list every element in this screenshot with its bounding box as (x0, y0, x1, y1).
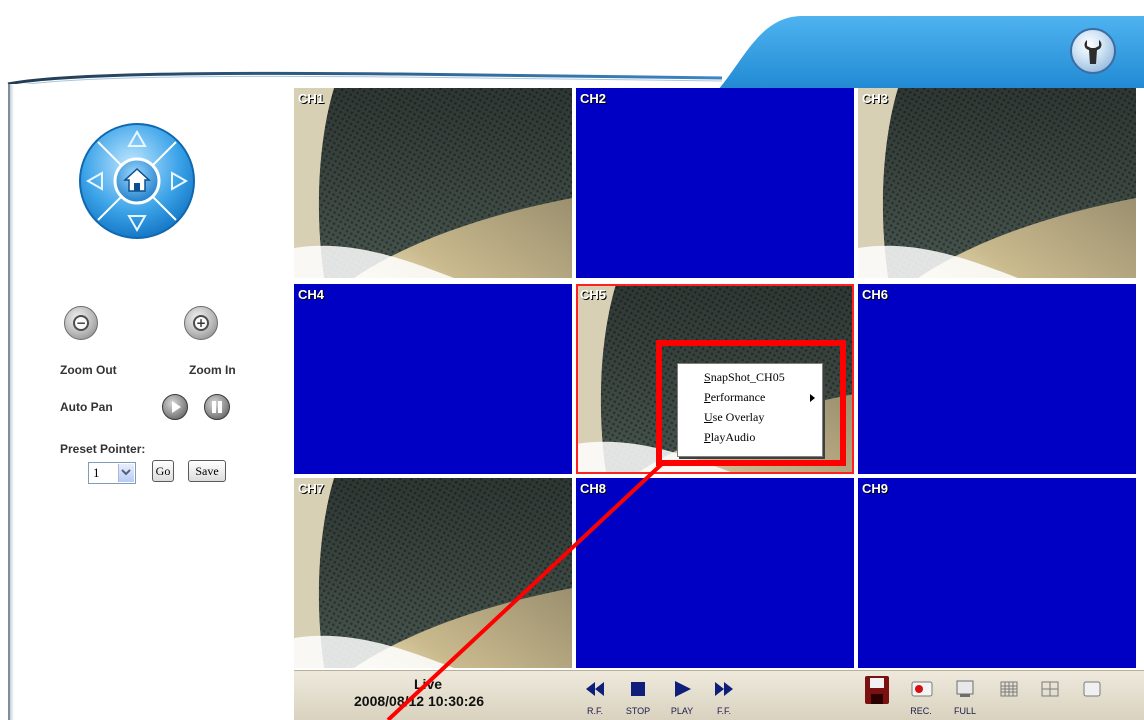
zoom-out-button[interactable]: − (64, 306, 98, 340)
rewind-icon (586, 682, 604, 696)
fullscreen-icon (956, 680, 974, 697)
camera-feed-image (294, 88, 572, 278)
channel-view-ch9[interactable]: CH9 (858, 478, 1136, 668)
mode-status: Live (414, 676, 443, 692)
preset-save-button[interactable]: Save (188, 460, 226, 482)
play-icon (172, 401, 181, 413)
zoom-in-button[interactable]: + (184, 306, 218, 340)
channel-label: CH4 (298, 287, 325, 302)
channel-view-ch4[interactable]: CH4 (294, 284, 572, 474)
menu-item-performance[interactable]: Performance (704, 390, 765, 405)
menu-item-use-overlay[interactable]: Use Overlay (704, 410, 764, 425)
channel-view-ch2[interactable]: CH2 (576, 88, 854, 278)
stop-icon (631, 682, 645, 696)
zoom-in-icon: + (193, 315, 209, 331)
ptz-control-panel: − + Zoom Out Zoom In Auto Pan Preset Poi… (8, 84, 290, 720)
camera-feed-image (294, 478, 572, 668)
single-view-icon (1083, 681, 1101, 697)
channel-label: CH3 (862, 91, 889, 106)
camera-feed-image (858, 88, 1136, 278)
channel-view-ch7[interactable]: CH7 (294, 478, 572, 668)
fast-forward-button[interactable]: F.F. (709, 674, 739, 718)
floppy-disk-icon (865, 676, 889, 704)
auto-pan-pause-button[interactable] (204, 394, 230, 420)
record-button[interactable]: REC. (906, 674, 936, 718)
channel-label: CH1 (298, 91, 325, 106)
channel-label: CH9 (862, 481, 889, 496)
grid-4-icon (1041, 681, 1059, 697)
record-icon (911, 681, 933, 697)
grid-16-icon (1000, 681, 1018, 697)
channel-label: CH6 (862, 287, 889, 302)
save-snapshot-button[interactable] (862, 672, 892, 716)
submenu-arrow-icon (810, 394, 815, 402)
channel-view-ch6[interactable]: CH6 (858, 284, 1136, 474)
play-icon (675, 681, 691, 697)
auto-pan-label: Auto Pan (60, 400, 113, 414)
channel-view-ch3[interactable]: CH3 (858, 88, 1136, 278)
layout-4-button[interactable] (1035, 674, 1065, 718)
preset-go-button[interactable]: Go (152, 460, 174, 482)
pause-icon (212, 401, 222, 413)
fast-forward-icon (715, 682, 733, 696)
layout-16-button[interactable] (994, 674, 1024, 718)
stop-button[interactable]: STOP (623, 674, 653, 718)
chevron-down-icon[interactable] (118, 464, 134, 482)
preset-select[interactable]: 1 (88, 462, 136, 484)
menu-item-snapshot[interactable]: SnapShot_CH05 (704, 370, 785, 385)
zoom-out-icon: − (73, 315, 89, 331)
wrench-icon (1084, 40, 1102, 64)
channel-label: CH7 (298, 481, 325, 496)
channel-context-menu: SnapShot_CH05 Performance Use Overlay Pl… (677, 363, 823, 457)
channel-label: CH2 (580, 91, 607, 106)
menu-item-play-audio[interactable]: PlayAudio (704, 430, 755, 445)
fullscreen-button[interactable]: FULL (950, 674, 980, 718)
datetime-display: 2008/08/12 10:30:26 (354, 693, 484, 709)
auto-pan-play-button[interactable] (162, 394, 188, 420)
play-button[interactable]: PLAY (667, 674, 697, 718)
layout-1-button[interactable] (1077, 674, 1107, 718)
zoom-in-label: Zoom In (189, 363, 236, 377)
preset-pointer-label: Preset Pointer: (60, 442, 146, 456)
channel-label: CH8 (580, 481, 607, 496)
rewind-button[interactable]: R.F. (580, 674, 610, 718)
settings-button[interactable] (1070, 28, 1116, 74)
ptz-directional-pad[interactable] (78, 122, 196, 240)
zoom-out-label: Zoom Out (60, 363, 117, 377)
channel-view-ch8[interactable]: CH8 (576, 478, 854, 668)
playback-toolbar: Live 2008/08/12 10:30:26 R.F. STOP PLAY … (294, 670, 1144, 720)
channel-label: CH5 (580, 287, 607, 302)
preset-value: 1 (93, 465, 100, 480)
channel-view-ch1[interactable]: CH1 (294, 88, 572, 278)
